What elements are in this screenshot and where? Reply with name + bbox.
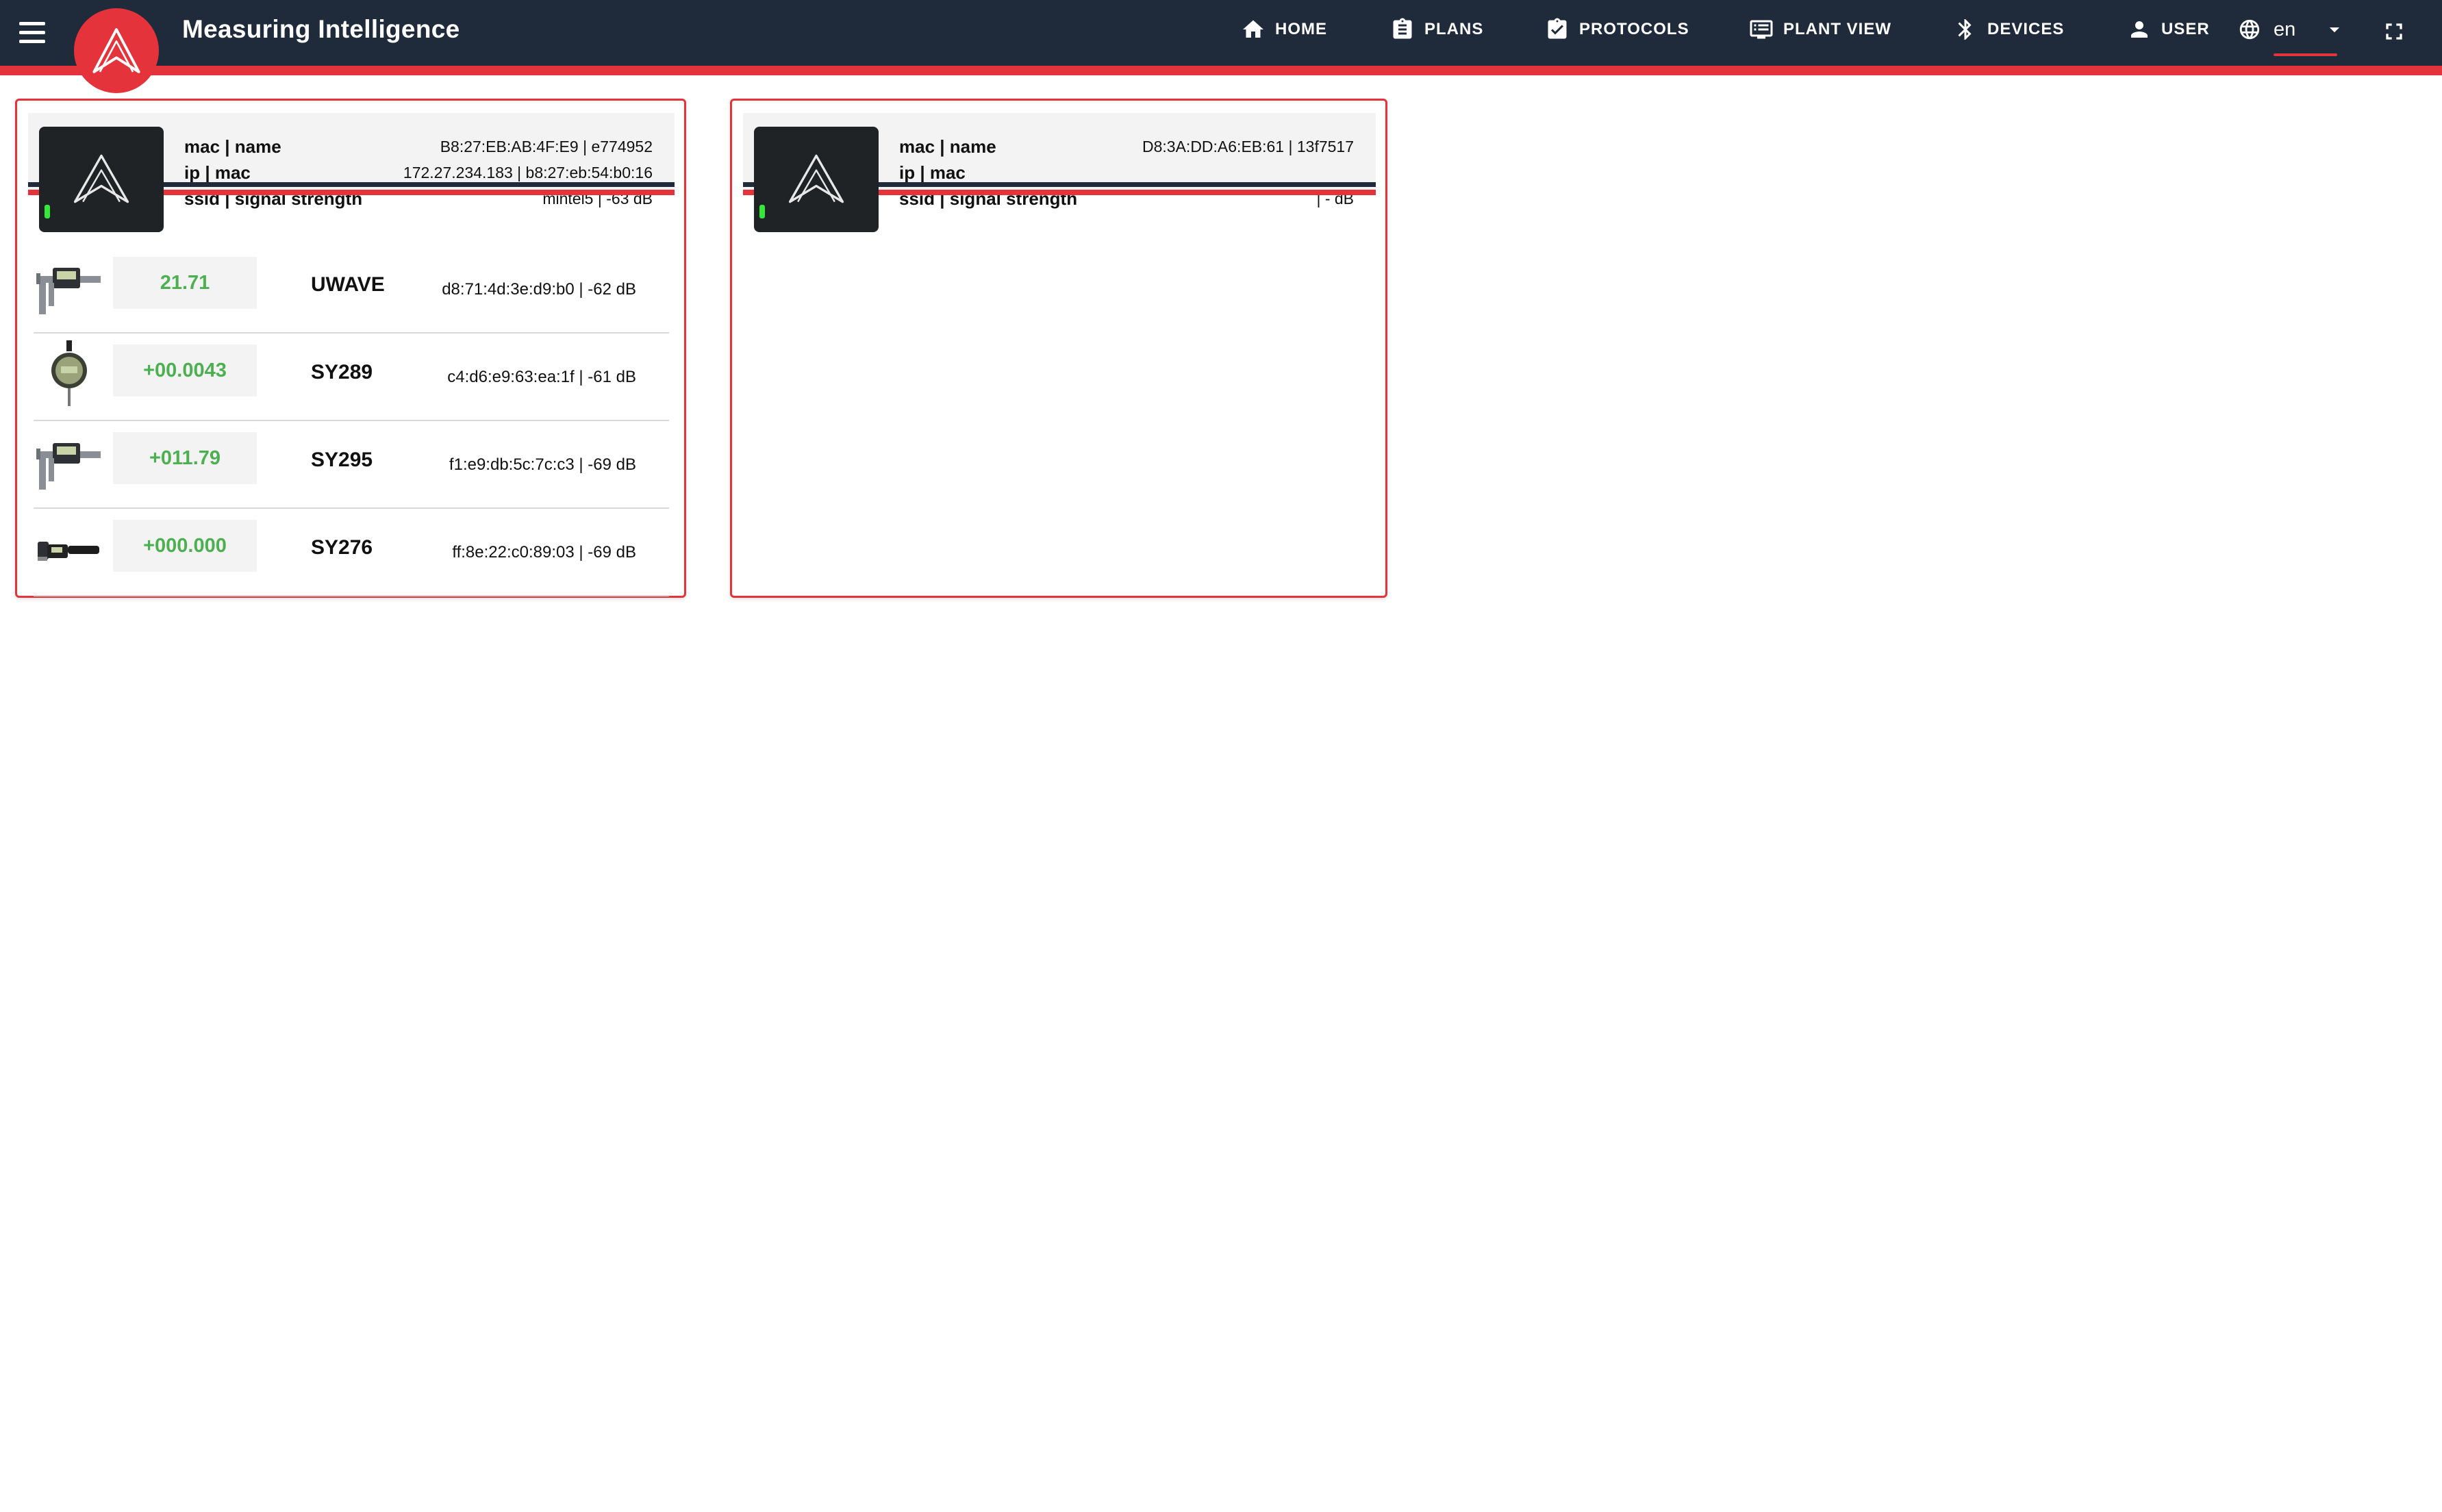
clipboard-check-icon bbox=[1548, 18, 1567, 39]
logo-mountain-icon bbox=[92, 28, 140, 73]
caliper-icon bbox=[36, 443, 101, 490]
device-name: SY289 bbox=[311, 361, 373, 383]
gateway-label-mac-name: mac | name bbox=[184, 136, 281, 157]
gateway-status-led bbox=[45, 205, 50, 218]
device-value-box: +000.000 bbox=[113, 520, 257, 572]
device-info: c4:d6:e9:63:ea:1f | -61 dB bbox=[447, 368, 636, 386]
fullscreen-icon[interactable] bbox=[2380, 18, 2408, 45]
gateway-value-mac-name: B8:27:EB:AB:4F:E9 | e774952 bbox=[440, 138, 653, 155]
caret-down-icon bbox=[2330, 27, 2340, 33]
dial-indicator-icon bbox=[51, 340, 87, 406]
device-value-box: 21.71 bbox=[113, 257, 257, 309]
device-row[interactable]: +011.79 SY295 f1:e9:db:5c:7c:c3 | -69 dB bbox=[34, 421, 669, 509]
gateway-device-icon bbox=[754, 127, 879, 232]
device-name: SY276 bbox=[311, 536, 373, 559]
nav-devices-label: DEVICES bbox=[1987, 20, 2065, 38]
gateway-device-icon bbox=[39, 127, 164, 232]
language-select[interactable]: en bbox=[2238, 0, 2346, 59]
gateway-logo-icon bbox=[73, 154, 129, 203]
language-value: en bbox=[2274, 18, 2296, 40]
caliper-icon bbox=[36, 268, 101, 314]
device-row[interactable]: +00.0043 SY289 c4:d6:e9:63:ea:1f | -61 d… bbox=[34, 333, 669, 421]
home-icon bbox=[1243, 20, 1263, 38]
app-logo[interactable] bbox=[74, 8, 159, 93]
nav-protocols-label: PROTOCOLS bbox=[1579, 20, 1689, 38]
nav-plant-view-label: PLANT VIEW bbox=[1783, 20, 1891, 38]
nav-devices[interactable]: DEVICES bbox=[1953, 0, 2064, 59]
device-value: 21.71 bbox=[160, 271, 210, 294]
device-info: f1:e9:db:5c:7c:c3 | -69 dB bbox=[449, 455, 636, 474]
device-row[interactable]: +000.000 SY276 ff:8e:22:c0:89:03 | -69 d… bbox=[34, 509, 669, 596]
hamburger-menu-icon[interactable] bbox=[16, 18, 48, 48]
nav-plant-view[interactable]: PLANT VIEW bbox=[1749, 0, 1891, 59]
nav-user-label: USER bbox=[2161, 20, 2210, 38]
bluetooth-icon bbox=[1958, 19, 1972, 40]
nav-plans-label: PLANS bbox=[1424, 20, 1484, 38]
nav-user[interactable]: USER bbox=[2127, 0, 2210, 59]
app-title: Measuring Intelligence bbox=[182, 15, 460, 43]
device-info: ff:8e:22:c0:89:03 | -69 dB bbox=[452, 543, 636, 562]
nav-home-label: HOME bbox=[1275, 20, 1327, 38]
gateway-logo-icon bbox=[788, 154, 844, 203]
gateway-label-mac-name: mac | name bbox=[899, 136, 996, 157]
globe-icon bbox=[2239, 19, 2260, 40]
device-value: +011.79 bbox=[149, 446, 221, 469]
device-value: +000.000 bbox=[143, 534, 227, 557]
gateway-label-ip-mac: ip | mac bbox=[899, 162, 966, 183]
device-name: SY295 bbox=[311, 449, 373, 471]
device-name: UWAVE bbox=[311, 273, 385, 296]
gateway-value-ip-mac: 172.27.234.183 | b8:27:eb:54:b0:16 bbox=[403, 164, 653, 181]
device-value-box: +00.0043 bbox=[113, 344, 257, 396]
device-value: +00.0043 bbox=[143, 359, 227, 381]
gateway-status-led bbox=[759, 205, 765, 218]
clipboard-icon bbox=[1393, 18, 1412, 39]
person-icon bbox=[2131, 21, 2148, 38]
device-row[interactable]: 21.71 UWAVE d8:71:4d:3e:d9:b0 | -62 dB bbox=[34, 246, 669, 333]
gateway-value-mac-name: D8:3A:DD:A6:EB:61 | 13f7517 bbox=[1142, 138, 1354, 155]
top-app-bar: Measuring Intelligence HOME PLANS PROTOC… bbox=[0, 0, 2442, 66]
device-value-box: +011.79 bbox=[113, 432, 257, 484]
gateway-card-1: mac | name ip | mac ssid | signal streng… bbox=[15, 99, 686, 598]
device-info: d8:71:4d:3e:d9:b0 | -62 dB bbox=[442, 280, 636, 299]
gateway-card-2: mac | name ip | mac ssid | signal streng… bbox=[730, 99, 1387, 598]
nav-home[interactable]: HOME bbox=[1241, 0, 1327, 59]
topbar-accent-stripe bbox=[0, 66, 2442, 75]
language-underline bbox=[2274, 53, 2337, 56]
monitor-list-icon bbox=[1750, 20, 1773, 39]
gateway-label-ip-mac: ip | mac bbox=[184, 162, 251, 183]
nav-protocols[interactable]: PROTOCOLS bbox=[1545, 0, 1689, 59]
nav-plans[interactable]: PLANS bbox=[1390, 0, 1483, 59]
micrometer-icon bbox=[38, 542, 99, 561]
